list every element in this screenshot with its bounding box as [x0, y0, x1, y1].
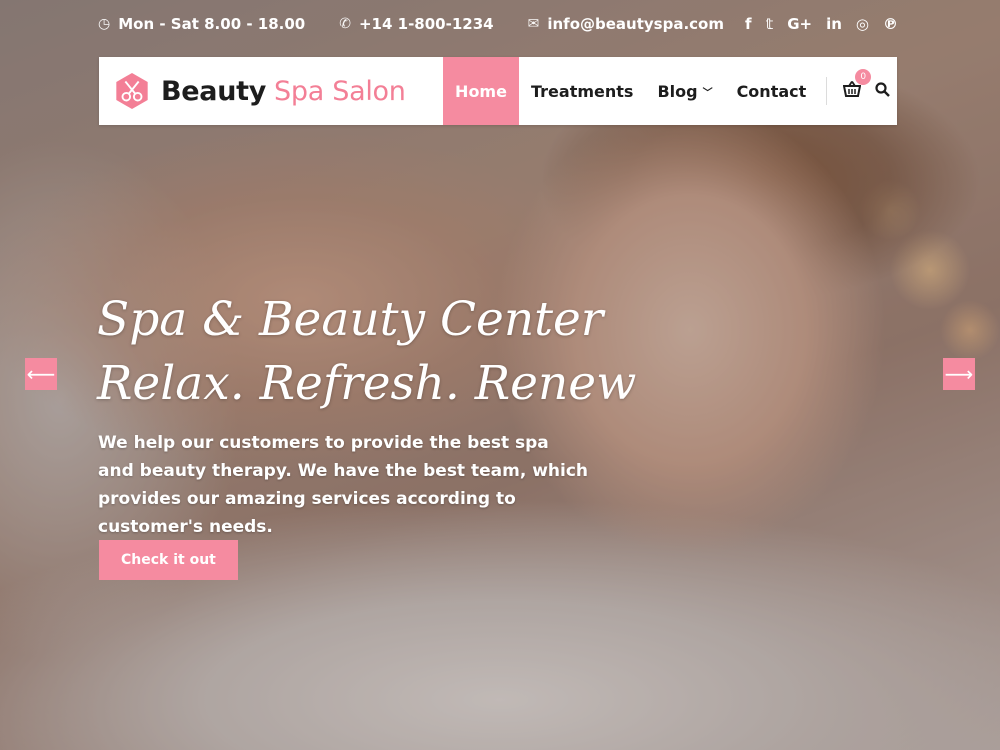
arrow-left-icon: ⟵ [26, 362, 56, 386]
hero-title-line-1: Spa & Beauty Center [97, 292, 604, 347]
pinterest-icon[interactable]: ℗ [883, 15, 898, 33]
google-plus-icon[interactable]: G+ [787, 15, 812, 33]
arrow-right-icon: ⟶ [944, 362, 974, 386]
search-icon [875, 81, 891, 97]
email-text[interactable]: info@beautyspa.com [547, 15, 724, 33]
contact-info: ◷ Mon - Sat 8.00 - 18.00 ✆ +14 1-800-123… [98, 15, 724, 33]
main-navbar: Beauty Spa Salon Home Treatments Blog ﹀ C… [99, 57, 897, 125]
opening-hours-text: Mon - Sat 8.00 - 18.00 [118, 15, 306, 33]
phone-number[interactable]: ✆ +14 1-800-1234 [339, 15, 493, 33]
clock-icon: ◷ [98, 16, 111, 32]
nav-item-contact[interactable]: Contact [725, 57, 819, 125]
site-logo[interactable]: Beauty Spa Salon [99, 57, 443, 125]
hero-description: We help our customers to provide the bes… [98, 433, 589, 537]
nav-item-home[interactable]: Home [443, 57, 519, 125]
nav-divider [826, 77, 828, 105]
nav-item-blog-label: Blog [657, 81, 698, 101]
instagram-icon[interactable]: ◎ [856, 15, 869, 33]
hero-title-line-2: Relax. Refresh. Renew [97, 356, 637, 411]
opening-hours: ◷ Mon - Sat 8.00 - 18.00 [98, 15, 305, 33]
nav-item-home-label: Home [455, 81, 507, 101]
nav-item-contact-label: Contact [736, 81, 807, 101]
hero-title: Spa & Beauty Center Relax. Refresh. Rene… [97, 288, 717, 416]
nav-item-blog[interactable]: Blog ﹀ [645, 57, 724, 125]
cart-count-badge: 0 [855, 68, 872, 85]
slider-next-button[interactable]: ⟶ [943, 358, 975, 390]
slider-prev-button[interactable]: ⟵ [25, 358, 57, 390]
nav-item-treatments-label: Treatments [531, 81, 634, 101]
nav-item-treatments[interactable]: Treatments [519, 57, 645, 125]
envelope-icon: ✉ [527, 16, 540, 32]
logo-text: Beauty Spa Salon [161, 76, 406, 107]
logo-text-accent: Spa Salon [274, 75, 406, 107]
nav-actions: 0 [835, 57, 891, 125]
twitter-icon[interactable]: 𝕥 [766, 15, 774, 33]
nav-menu: Home Treatments Blog ﹀ Contact [443, 57, 818, 125]
check-it-out-button[interactable]: Check it out [99, 540, 238, 580]
phone-icon: ✆ [339, 16, 351, 32]
email-address[interactable]: ✉ info@beautyspa.com [528, 15, 724, 33]
scissors-logo-icon [116, 72, 148, 110]
linkedin-icon[interactable]: in [826, 15, 842, 33]
phone-text[interactable]: +14 1-800-1234 [359, 15, 494, 33]
cart-button[interactable]: 0 [843, 68, 872, 102]
social-links: f 𝕥 G+ in ◎ ℗ [745, 15, 898, 33]
search-button[interactable] [875, 81, 891, 101]
top-info-bar: ◷ Mon - Sat 8.00 - 18.00 ✆ +14 1-800-123… [98, 0, 898, 48]
logo-text-primary: Beauty [161, 75, 267, 107]
facebook-icon[interactable]: f [745, 15, 752, 33]
chevron-down-icon: ﹀ [702, 87, 713, 99]
